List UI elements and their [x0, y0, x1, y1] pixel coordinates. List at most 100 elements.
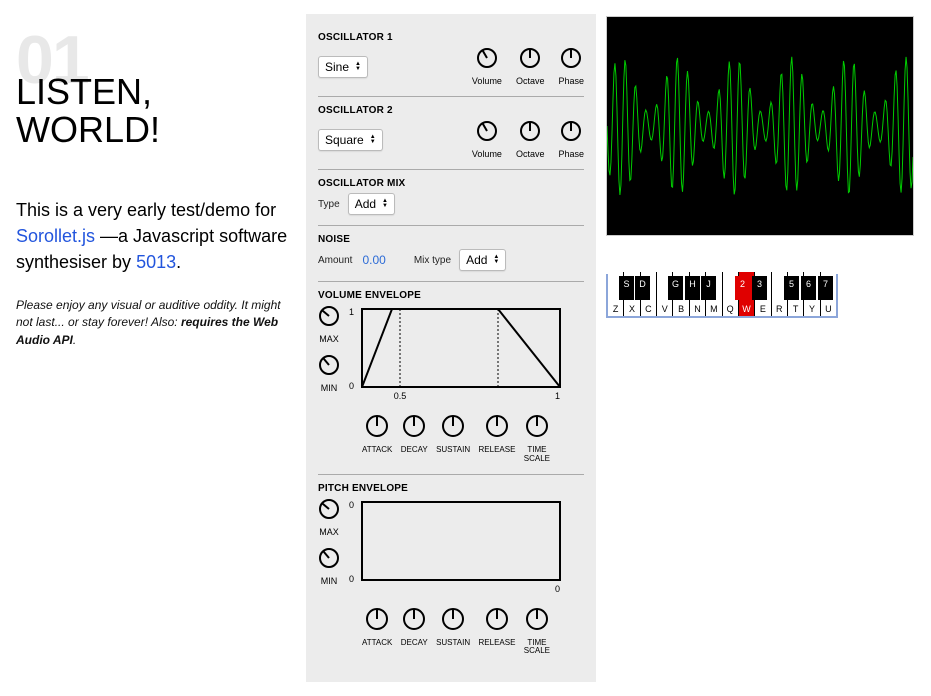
noise-mixtype-label: Mix type [414, 255, 451, 266]
chevron-updown-icon: ▲▼ [370, 135, 376, 145]
svg-text:0: 0 [349, 381, 354, 391]
black-key[interactable]: S [619, 276, 634, 300]
black-key[interactable]: 3 [752, 276, 767, 300]
knob-label: SUSTAIN [436, 639, 470, 648]
noise-amount-label: Amount [318, 255, 352, 266]
knob-label: DECAY [401, 639, 428, 648]
knob-label: TIMESCALE [524, 639, 550, 657]
key-label: C [645, 304, 652, 314]
osc2-octave-knob[interactable] [519, 120, 541, 147]
pitch-envelope-graph: 0 0 0 [348, 498, 566, 594]
vol-env-decay-knob[interactable] [402, 414, 426, 443]
knob-label: Phase [558, 149, 584, 159]
key-label: U [825, 304, 832, 314]
black-key[interactable]: 6 [801, 276, 816, 300]
black-key[interactable]: 2 [735, 276, 750, 300]
pitch-env-attack-knob[interactable] [365, 607, 389, 636]
pitch-envelope-section: PITCH ENVELOPE MAX MIN 0 0 0 ATTACKDECAY… [318, 475, 584, 667]
osc2-phase-knob[interactable] [560, 120, 582, 147]
volume-envelope-section: VOLUME ENVELOPE MAX MIN 1 0 0.5 [318, 282, 584, 475]
noise-mixtype-select[interactable]: Add ▲▼ [459, 249, 506, 271]
vol-env-time-scale-knob[interactable] [525, 414, 549, 443]
black-key[interactable]: D [635, 276, 650, 300]
chevron-updown-icon: ▲▼ [355, 62, 361, 72]
sorollet-link[interactable]: Sorollet.js [16, 226, 95, 246]
knob-label: RELEASE [479, 446, 516, 455]
pitch-env-min-knob[interactable] [318, 547, 340, 574]
osc1-wave-select[interactable]: Sine ▲▼ [318, 56, 368, 78]
chevron-updown-icon: ▲▼ [382, 199, 388, 209]
noise-title: NOISE [318, 234, 584, 245]
svg-text:0: 0 [555, 584, 560, 594]
key-label: Y [809, 304, 815, 314]
synth-panel: OSCILLATOR 1 Sine ▲▼ Volume Octave Phase… [306, 14, 596, 682]
osc1-title: OSCILLATOR 1 [318, 32, 584, 43]
pitch-env-decay-knob[interactable] [402, 607, 426, 636]
osc2-volume-knob[interactable] [476, 120, 498, 147]
vol-env-max-knob[interactable] [318, 305, 340, 332]
vol-env-title: VOLUME ENVELOPE [318, 290, 584, 301]
svg-text:0: 0 [349, 500, 354, 510]
key-label: Z [613, 304, 619, 314]
pitch-env-sustain-knob[interactable] [441, 607, 465, 636]
knob-label: MAX [319, 527, 339, 537]
knob-label: Octave [516, 76, 545, 86]
oscilloscope [606, 16, 914, 236]
key-label: B [678, 304, 684, 314]
knob-label: TIMESCALE [524, 446, 550, 464]
black-key[interactable]: 7 [818, 276, 833, 300]
vol-env-release-knob[interactable] [485, 414, 509, 443]
mix-type-value: Add [355, 197, 376, 211]
oscillator-mix-section: OSCILLATOR MIX Type Add ▲▼ [318, 170, 584, 226]
noise-amount-value[interactable]: 0.00 [362, 253, 385, 267]
black-key[interactable]: G [668, 276, 683, 300]
svg-text:0.5: 0.5 [394, 391, 407, 401]
pitch-env-time-scale-knob[interactable] [525, 607, 549, 636]
knob-label: Phase [558, 76, 584, 86]
pitch-env-title: PITCH ENVELOPE [318, 483, 584, 494]
chevron-updown-icon: ▲▼ [493, 255, 499, 265]
key-label: V [662, 304, 668, 314]
key-label: R [776, 304, 783, 314]
key-label: N [694, 304, 701, 314]
knob-label: DECAY [401, 446, 428, 455]
osc2-wave-select[interactable]: Square ▲▼ [318, 129, 383, 151]
key-label: M [710, 304, 718, 314]
key-label: X [629, 304, 635, 314]
knob-label: RELEASE [479, 639, 516, 648]
author-link[interactable]: 5013 [136, 252, 176, 272]
vol-env-sustain-knob[interactable] [441, 414, 465, 443]
svg-text:1: 1 [349, 307, 354, 317]
knob-label: SUSTAIN [436, 446, 470, 455]
osc1-phase-knob[interactable] [560, 47, 582, 74]
vol-env-min-knob[interactable] [318, 354, 340, 381]
osc1-wave-value: Sine [325, 60, 349, 74]
osc1-octave-knob[interactable] [519, 47, 541, 74]
knob-label: MIN [321, 576, 338, 586]
knob-label: Octave [516, 149, 545, 159]
svg-text:0: 0 [349, 574, 354, 584]
key-label: W [742, 304, 751, 314]
black-key[interactable]: J [701, 276, 716, 300]
oscillator-1-section: OSCILLATOR 1 Sine ▲▼ Volume Octave Phase [318, 24, 584, 97]
noise-section: NOISE Amount 0.00 Mix type Add ▲▼ [318, 226, 584, 282]
intro-text: This is a very early test/demo for Sorol… [16, 197, 296, 275]
volume-envelope-graph: 1 0 0.5 1 [348, 305, 566, 401]
footnote: Please enjoy any visual or auditive oddi… [16, 297, 296, 349]
vol-env-attack-knob[interactable] [365, 414, 389, 443]
knob-label: Volume [472, 76, 502, 86]
black-key[interactable]: H [685, 276, 700, 300]
mix-type-select[interactable]: Add ▲▼ [348, 193, 395, 215]
key-label: Q [727, 304, 734, 314]
key-label: T [793, 304, 799, 314]
osc1-volume-knob[interactable] [476, 47, 498, 74]
knob-label: ATTACK [362, 446, 392, 455]
pitch-env-max-knob[interactable] [318, 498, 340, 525]
black-key[interactable]: 5 [784, 276, 799, 300]
keyboard[interactable]: ZXCVBNMQWERTYU SDGHJ23567 [606, 274, 838, 318]
knob-label: Volume [472, 149, 502, 159]
pitch-env-release-knob[interactable] [485, 607, 509, 636]
knob-label: MAX [319, 334, 339, 344]
mix-title: OSCILLATOR MIX [318, 178, 584, 189]
page-title: LISTEN, WORLD! [16, 73, 296, 149]
